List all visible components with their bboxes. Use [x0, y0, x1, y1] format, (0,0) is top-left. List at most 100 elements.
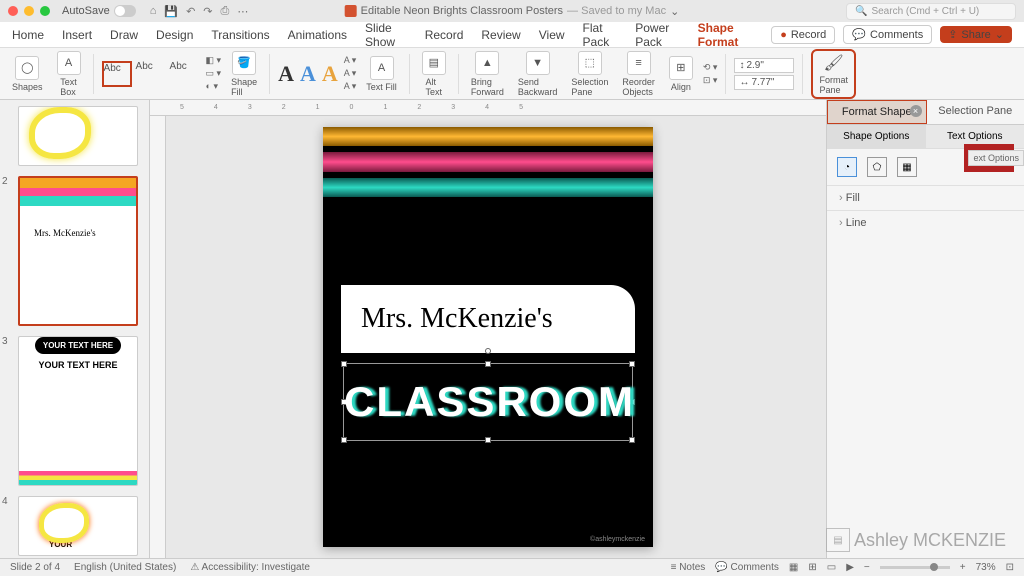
- format-pane-button[interactable]: 🖌Format Pane: [811, 49, 856, 99]
- format-shape-pane: Format Shape× Selection Pane Shape Optio…: [826, 100, 1024, 558]
- accessibility-status[interactable]: ⚠ Accessibility: Investigate: [190, 562, 310, 573]
- tab-animations[interactable]: Animations: [288, 28, 347, 42]
- tab-insert[interactable]: Insert: [62, 28, 92, 42]
- print-icon[interactable]: ⎙: [221, 5, 230, 18]
- text-effects-icon[interactable]: A ▾: [344, 81, 357, 92]
- fit-icon[interactable]: ⊡: [1006, 562, 1014, 573]
- alt-text-button[interactable]: ▤Alt Text: [418, 51, 450, 97]
- wordart-2[interactable]: A: [300, 61, 316, 87]
- style-2[interactable]: Abc: [136, 61, 166, 87]
- powerpoint-icon: [345, 5, 357, 17]
- text-fill-button[interactable]: AText Fill: [362, 56, 401, 92]
- teacher-name-box[interactable]: Mrs. McKenzie's: [341, 285, 635, 353]
- fill-line-icon[interactable]: ◔: [837, 157, 857, 177]
- shape-options-tab[interactable]: Shape Options: [827, 125, 926, 148]
- slideshow-view-icon[interactable]: ▶: [846, 562, 854, 573]
- main-slide[interactable]: Mrs. McKenzie's CLASSROOM CLASSROOM ©ash…: [323, 127, 653, 547]
- group-icon[interactable]: ⊡ ▾: [703, 75, 718, 86]
- tab-home[interactable]: Home: [12, 28, 44, 42]
- shapes-gallery[interactable]: ◯Shapes: [8, 56, 47, 92]
- zoom-level[interactable]: 73%: [976, 562, 996, 573]
- redo-icon[interactable]: ↷: [203, 5, 212, 18]
- sorter-view-icon[interactable]: ⊞: [808, 562, 816, 573]
- close-icon[interactable]: ×: [910, 105, 922, 117]
- tab-transitions[interactable]: Transitions: [211, 28, 269, 42]
- zoom-slider[interactable]: [880, 566, 950, 569]
- home-icon[interactable]: ⌂: [150, 5, 157, 18]
- rotate-icon[interactable]: ⟲ ▾: [703, 62, 718, 73]
- notes-button[interactable]: ≡ Notes: [671, 562, 706, 573]
- shape-styles[interactable]: Abc Abc Abc: [102, 61, 200, 87]
- window-controls[interactable]: [8, 6, 50, 16]
- document-title[interactable]: Editable Neon Brights Classroom Posters …: [345, 5, 680, 18]
- maximize-icon[interactable]: [40, 6, 50, 16]
- toggle-icon[interactable]: [114, 5, 136, 17]
- size-props-icon[interactable]: ▦: [897, 157, 917, 177]
- share-button[interactable]: ⇪Share⌄: [940, 26, 1012, 43]
- chevron-down-icon[interactable]: ⌄: [670, 5, 679, 18]
- select-icon: ⬚: [578, 51, 602, 75]
- align-icon: ⊞: [669, 56, 693, 80]
- record-button[interactable]: ●Record: [771, 26, 835, 44]
- tab-record[interactable]: Record: [425, 28, 464, 42]
- effects-icon[interactable]: ⬠: [867, 157, 887, 177]
- width-input[interactable]: ↔7.77": [734, 75, 794, 90]
- send-backward-button[interactable]: ▼Send Backward: [514, 51, 562, 97]
- tab-shape-format[interactable]: Shape Format: [698, 21, 754, 49]
- format-pane-icon: 🖌: [824, 53, 844, 73]
- height-icon: ↕: [739, 60, 744, 71]
- share-icon: ⇪: [948, 28, 957, 41]
- thumbnail-2[interactable]: 2 Mrs. McKenzie's CLASSROOM: [10, 176, 139, 326]
- text-fill-icon[interactable]: A ▾: [344, 55, 357, 66]
- tab-design[interactable]: Design: [156, 28, 193, 42]
- tab-view[interactable]: View: [539, 28, 565, 42]
- wordart-1[interactable]: A: [278, 61, 294, 87]
- rotate-handle[interactable]: [485, 348, 491, 354]
- shape-outline-icon[interactable]: ▭ ▾: [206, 68, 222, 79]
- normal-view-icon[interactable]: ▦: [789, 562, 798, 573]
- thumbnail-4[interactable]: 4 YOUR: [10, 496, 139, 556]
- classroom-text[interactable]: CLASSROOM CLASSROOM: [344, 364, 632, 440]
- tab-review[interactable]: Review: [481, 28, 520, 42]
- tab-flatpack[interactable]: Flat Pack: [583, 21, 618, 49]
- height-input[interactable]: ↕2.9": [734, 58, 794, 73]
- thumbnail-3[interactable]: 3 YOUR TEXT HERE YOUR TEXT HERE: [10, 336, 139, 486]
- wordart-styles[interactable]: A A A: [278, 61, 338, 87]
- tab-powerpack[interactable]: Power Pack: [635, 21, 679, 49]
- style-3[interactable]: Abc: [170, 61, 200, 87]
- selection-pane-button[interactable]: ⬚Selection Pane: [567, 51, 612, 97]
- close-icon[interactable]: [8, 6, 18, 16]
- comments-button[interactable]: 💬Comments: [843, 25, 932, 44]
- autosave-toggle[interactable]: AutoSave: [62, 5, 136, 17]
- thumbnail-1[interactable]: [10, 106, 139, 166]
- status-bar: Slide 2 of 4 English (United States) ⚠ A…: [0, 558, 1024, 576]
- align-button[interactable]: ⊞Align: [665, 56, 697, 92]
- reading-view-icon[interactable]: ▭: [827, 562, 836, 573]
- format-shape-tab[interactable]: Format Shape×: [827, 100, 927, 124]
- more-icon[interactable]: ⋯: [237, 5, 248, 18]
- slide-canvas: 54321012345 Mrs. McKenzie's CLASSROOM CL…: [150, 100, 826, 558]
- line-section[interactable]: Line: [827, 210, 1024, 235]
- save-icon[interactable]: 💾: [164, 5, 178, 18]
- slide-thumbnails: 2 Mrs. McKenzie's CLASSROOM 3 YOUR TEXT …: [0, 100, 150, 558]
- reorder-button[interactable]: ≡Reorder Objects: [618, 51, 659, 97]
- style-1[interactable]: Abc: [102, 61, 132, 87]
- text-outline-icon[interactable]: A ▾: [344, 68, 357, 79]
- comments-button[interactable]: 💬 Comments: [715, 562, 779, 573]
- textbox-button[interactable]: AText Box: [53, 51, 85, 97]
- tab-draw[interactable]: Draw: [110, 28, 138, 42]
- shape-effects-icon[interactable]: ◐ ▾: [206, 81, 222, 92]
- bring-forward-button[interactable]: ▲Bring Forward: [467, 51, 508, 97]
- slide-counter[interactable]: Slide 2 of 4: [10, 562, 60, 573]
- shape-fill-button[interactable]: 🪣Shape Fill: [227, 51, 261, 97]
- language-status[interactable]: English (United States): [74, 562, 176, 573]
- undo-icon[interactable]: ↶: [186, 5, 195, 18]
- fill-section[interactable]: Fill: [827, 185, 1024, 210]
- selected-textbox[interactable]: CLASSROOM CLASSROOM: [343, 363, 633, 441]
- search-input[interactable]: 🔍 Search (Cmd + Ctrl + U): [846, 3, 1016, 20]
- selection-pane-tab[interactable]: Selection Pane: [927, 100, 1024, 124]
- tab-slideshow[interactable]: Slide Show: [365, 21, 407, 49]
- shape-fill-icon[interactable]: ◧ ▾: [206, 55, 222, 66]
- minimize-icon[interactable]: [24, 6, 34, 16]
- wordart-3[interactable]: A: [322, 61, 338, 87]
